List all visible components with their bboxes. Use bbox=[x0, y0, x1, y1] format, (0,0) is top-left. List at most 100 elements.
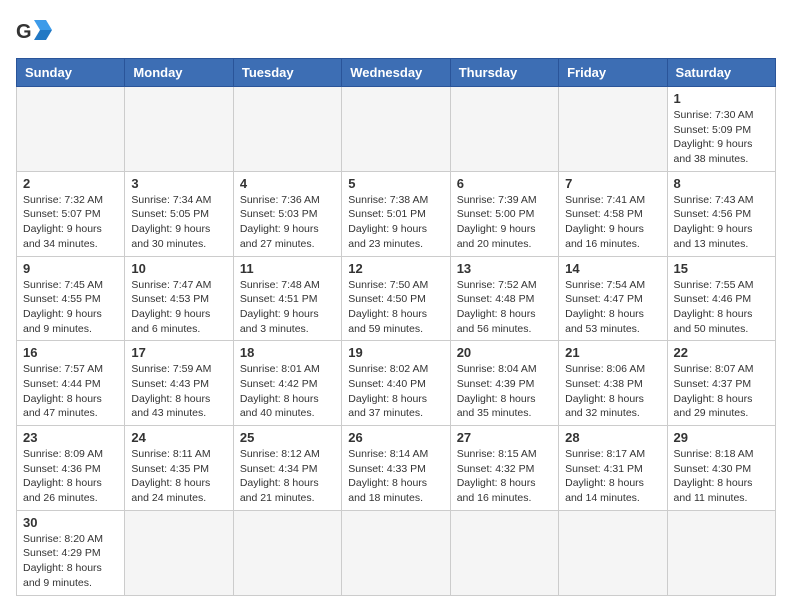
svg-text:G: G bbox=[16, 21, 32, 43]
calendar-cell bbox=[450, 87, 558, 172]
day-number: 27 bbox=[457, 430, 552, 445]
day-info: Sunrise: 7:57 AM Sunset: 4:44 PM Dayligh… bbox=[23, 362, 118, 421]
calendar-cell: 24Sunrise: 8:11 AM Sunset: 4:35 PM Dayli… bbox=[125, 426, 233, 511]
day-number: 25 bbox=[240, 430, 335, 445]
day-info: Sunrise: 8:09 AM Sunset: 4:36 PM Dayligh… bbox=[23, 447, 118, 506]
calendar-cell: 6Sunrise: 7:39 AM Sunset: 5:00 PM Daylig… bbox=[450, 171, 558, 256]
day-info: Sunrise: 7:36 AM Sunset: 5:03 PM Dayligh… bbox=[240, 193, 335, 252]
calendar-cell bbox=[125, 87, 233, 172]
day-info: Sunrise: 8:04 AM Sunset: 4:39 PM Dayligh… bbox=[457, 362, 552, 421]
day-number: 20 bbox=[457, 345, 552, 360]
day-number: 5 bbox=[348, 176, 443, 191]
day-number: 22 bbox=[674, 345, 769, 360]
calendar-cell: 7 Sunrise: 7:41 AM Sunset: 4:58 PM Daylig… bbox=[559, 171, 667, 256]
weekday-header-wednesday: Wednesday bbox=[342, 59, 450, 87]
day-info: Sunrise: 8:20 AM Sunset: 4:29 PM Dayligh… bbox=[23, 532, 118, 591]
calendar-cell: 9 Sunrise: 7:45 AM Sunset: 4:55 PM Daylig… bbox=[17, 256, 125, 341]
day-number: 28 bbox=[565, 430, 660, 445]
day-info: Sunrise: 7:47 AM Sunset: 4:53 PM Dayligh… bbox=[131, 278, 226, 337]
calendar-cell: 27 Sunrise: 8:15 AM Sunset: 4:32 PM Dayli… bbox=[450, 426, 558, 511]
weekday-header-saturday: Saturday bbox=[667, 59, 775, 87]
day-info: Sunrise: 7:52 AM Sunset: 4:48 PM Dayligh… bbox=[457, 278, 552, 337]
day-number: 14 bbox=[565, 261, 660, 276]
header: G bbox=[16, 16, 776, 46]
day-number: 12 bbox=[348, 261, 443, 276]
calendar-cell: 17 Sunrise: 7:59 AM Sunset: 4:43 PM Dayli… bbox=[125, 341, 233, 426]
day-number: 13 bbox=[457, 261, 552, 276]
calendar: SundayMondayTuesdayWednesdayThursdayFrid… bbox=[16, 58, 776, 596]
calendar-cell: 23 Sunrise: 8:09 AM Sunset: 4:36 PM Dayli… bbox=[17, 426, 125, 511]
calendar-cell: 22 Sunrise: 8:07 AM Sunset: 4:37 PM Dayli… bbox=[667, 341, 775, 426]
calendar-week-row: 30 Sunrise: 8:20 AM Sunset: 4:29 PM Dayli… bbox=[17, 510, 776, 595]
calendar-cell: 14 Sunrise: 7:54 AM Sunset: 4:47 PM Dayli… bbox=[559, 256, 667, 341]
day-info: Sunrise: 8:18 AM Sunset: 4:30 PM Dayligh… bbox=[674, 447, 769, 506]
day-info: Sunrise: 8:15 AM Sunset: 4:32 PM Dayligh… bbox=[457, 447, 552, 506]
calendar-cell: 13 Sunrise: 7:52 AM Sunset: 4:48 PM Dayli… bbox=[450, 256, 558, 341]
calendar-cell: 12 Sunrise: 7:50 AM Sunset: 4:50 PM Dayli… bbox=[342, 256, 450, 341]
day-number: 10 bbox=[131, 261, 226, 276]
day-info: Sunrise: 8:01 AM Sunset: 4:42 PM Dayligh… bbox=[240, 362, 335, 421]
calendar-cell: 29 Sunrise: 8:18 AM Sunset: 4:30 PM Dayli… bbox=[667, 426, 775, 511]
calendar-cell: 10 Sunrise: 7:47 AM Sunset: 4:53 PM Dayli… bbox=[125, 256, 233, 341]
day-number: 30 bbox=[23, 515, 118, 530]
day-number: 3 bbox=[131, 176, 226, 191]
day-info: Sunrise: 7:54 AM Sunset: 4:47 PM Dayligh… bbox=[565, 278, 660, 337]
day-number: 4 bbox=[240, 176, 335, 191]
day-number: 29 bbox=[674, 430, 769, 445]
calendar-week-row: 16Sunrise: 7:57 AM Sunset: 4:44 PM Dayli… bbox=[17, 341, 776, 426]
calendar-cell: 26 Sunrise: 8:14 AM Sunset: 4:33 PM Dayli… bbox=[342, 426, 450, 511]
calendar-cell bbox=[17, 87, 125, 172]
day-number: 15 bbox=[674, 261, 769, 276]
calendar-cell bbox=[667, 510, 775, 595]
calendar-cell bbox=[233, 510, 341, 595]
weekday-header-monday: Monday bbox=[125, 59, 233, 87]
calendar-cell bbox=[559, 510, 667, 595]
day-info: Sunrise: 8:17 AM Sunset: 4:31 PM Dayligh… bbox=[565, 447, 660, 506]
day-number: 9 bbox=[23, 261, 118, 276]
day-info: Sunrise: 8:11 AM Sunset: 4:35 PM Dayligh… bbox=[131, 447, 226, 506]
calendar-cell: 5 Sunrise: 7:38 AM Sunset: 5:01 PM Daylig… bbox=[342, 171, 450, 256]
day-number: 18 bbox=[240, 345, 335, 360]
day-info: Sunrise: 8:02 AM Sunset: 4:40 PM Dayligh… bbox=[348, 362, 443, 421]
day-info: Sunrise: 7:48 AM Sunset: 4:51 PM Dayligh… bbox=[240, 278, 335, 337]
day-info: Sunrise: 8:06 AM Sunset: 4:38 PM Dayligh… bbox=[565, 362, 660, 421]
calendar-week-row: 2 Sunrise: 7:32 AM Sunset: 5:07 PM Daylig… bbox=[17, 171, 776, 256]
calendar-cell bbox=[233, 87, 341, 172]
calendar-cell: 19 Sunrise: 8:02 AM Sunset: 4:40 PM Dayli… bbox=[342, 341, 450, 426]
calendar-cell bbox=[125, 510, 233, 595]
day-number: 2 bbox=[23, 176, 118, 191]
day-info: Sunrise: 8:12 AM Sunset: 4:34 PM Dayligh… bbox=[240, 447, 335, 506]
day-number: 7 bbox=[565, 176, 660, 191]
day-info: Sunrise: 7:32 AM Sunset: 5:07 PM Dayligh… bbox=[23, 193, 118, 252]
day-info: Sunrise: 8:07 AM Sunset: 4:37 PM Dayligh… bbox=[674, 362, 769, 421]
logo: G bbox=[16, 16, 56, 46]
calendar-cell: 8Sunrise: 7:43 AM Sunset: 4:56 PM Daylig… bbox=[667, 171, 775, 256]
day-info: Sunrise: 7:30 AM Sunset: 5:09 PM Dayligh… bbox=[674, 108, 769, 167]
day-number: 17 bbox=[131, 345, 226, 360]
calendar-cell bbox=[450, 510, 558, 595]
calendar-cell: 15 Sunrise: 7:55 AM Sunset: 4:46 PM Dayli… bbox=[667, 256, 775, 341]
day-info: Sunrise: 7:59 AM Sunset: 4:43 PM Dayligh… bbox=[131, 362, 226, 421]
day-number: 23 bbox=[23, 430, 118, 445]
calendar-cell bbox=[342, 510, 450, 595]
calendar-week-row: 9 Sunrise: 7:45 AM Sunset: 4:55 PM Daylig… bbox=[17, 256, 776, 341]
calendar-cell: 18 Sunrise: 8:01 AM Sunset: 4:42 PM Dayli… bbox=[233, 341, 341, 426]
weekday-header-friday: Friday bbox=[559, 59, 667, 87]
day-info: Sunrise: 7:38 AM Sunset: 5:01 PM Dayligh… bbox=[348, 193, 443, 252]
calendar-cell: 1Sunrise: 7:30 AM Sunset: 5:09 PM Daylig… bbox=[667, 87, 775, 172]
weekday-header-thursday: Thursday bbox=[450, 59, 558, 87]
calendar-cell: 20 Sunrise: 8:04 AM Sunset: 4:39 PM Dayli… bbox=[450, 341, 558, 426]
day-info: Sunrise: 7:55 AM Sunset: 4:46 PM Dayligh… bbox=[674, 278, 769, 337]
calendar-cell bbox=[559, 87, 667, 172]
day-info: Sunrise: 7:41 AM Sunset: 4:58 PM Dayligh… bbox=[565, 193, 660, 252]
calendar-week-row: 1Sunrise: 7:30 AM Sunset: 5:09 PM Daylig… bbox=[17, 87, 776, 172]
calendar-cell: 21Sunrise: 8:06 AM Sunset: 4:38 PM Dayli… bbox=[559, 341, 667, 426]
day-number: 19 bbox=[348, 345, 443, 360]
calendar-cell: 25 Sunrise: 8:12 AM Sunset: 4:34 PM Dayli… bbox=[233, 426, 341, 511]
day-info: Sunrise: 7:45 AM Sunset: 4:55 PM Dayligh… bbox=[23, 278, 118, 337]
calendar-cell: 30 Sunrise: 8:20 AM Sunset: 4:29 PM Dayli… bbox=[17, 510, 125, 595]
calendar-cell: 3Sunrise: 7:34 AM Sunset: 5:05 PM Daylig… bbox=[125, 171, 233, 256]
day-info: Sunrise: 7:50 AM Sunset: 4:50 PM Dayligh… bbox=[348, 278, 443, 337]
day-number: 26 bbox=[348, 430, 443, 445]
day-info: Sunrise: 8:14 AM Sunset: 4:33 PM Dayligh… bbox=[348, 447, 443, 506]
